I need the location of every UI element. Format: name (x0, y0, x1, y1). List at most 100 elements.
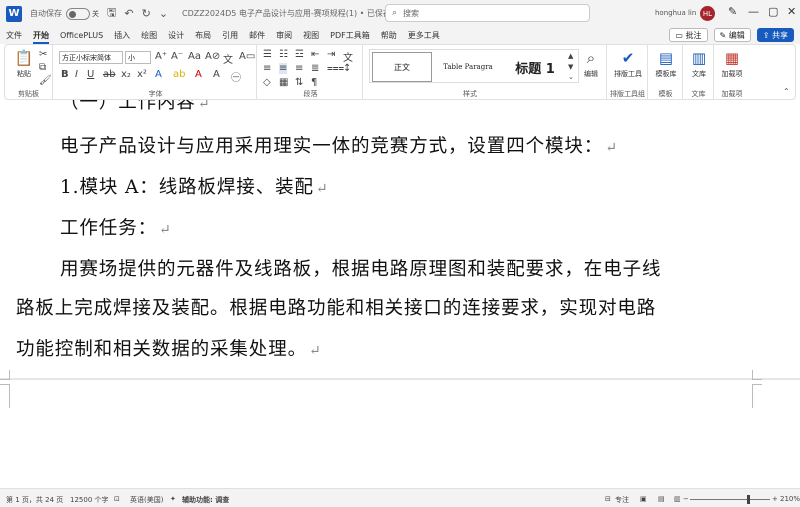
line-spacing-icon[interactable]: ↕ (343, 63, 351, 74)
style-table-paragraph[interactable]: Table Paragra (434, 52, 502, 82)
tab-pdf-tools[interactable]: PDF工具箱 (330, 30, 370, 41)
paragraph-task-title[interactable]: 工作任务： ↵ (60, 214, 172, 240)
tab-insert[interactable]: 插入 (114, 30, 130, 41)
page-count[interactable]: 第 1 页，共 24 页 (6, 495, 63, 505)
shrink-font-icon[interactable]: A⁻ (171, 51, 183, 62)
paragraph-task-line-2[interactable]: 路板上完成焊接及装配。根据电路功能和相关接口的连接要求，实现对电路 (16, 294, 656, 320)
text-effects-icon[interactable]: A (155, 69, 162, 80)
autosave-toggle[interactable] (66, 7, 90, 20)
tab-help[interactable]: 帮助 (381, 30, 397, 41)
styles-scroll-down-icon[interactable]: ▼ (568, 63, 573, 71)
justify-icon[interactable]: ≣ (311, 63, 319, 74)
font-size-select[interactable]: 小 (125, 51, 151, 64)
subscript-icon[interactable]: x₂ (121, 69, 131, 80)
language-indicator[interactable]: 英语(美国) (130, 495, 163, 505)
char-border-icon[interactable]: A▭ (239, 51, 255, 62)
collapse-ribbon-icon[interactable]: ⌃ (783, 87, 790, 96)
bold-icon[interactable]: B (61, 69, 69, 80)
template-library-button[interactable]: ▤ 模板库 (649, 49, 683, 79)
align-right-icon[interactable]: ≡ (295, 63, 303, 74)
document-canvas[interactable]: （一）工作内容 ↵ 电子产品设计与应用采用理实一体的竞赛方式，设置四个模块： ↵ 1… (0, 100, 800, 488)
paragraph-intro[interactable]: 电子产品设计与应用采用理实一体的竞赛方式，设置四个模块： ↵ (60, 132, 618, 158)
ribbon-display-icon[interactable]: ✎ (728, 5, 737, 18)
layout-tool-button[interactable]: ✔ 排版工具 (611, 49, 645, 79)
change-case-icon[interactable]: Aa (188, 51, 201, 62)
phonetic-guide-icon[interactable]: 文 (223, 51, 233, 66)
tab-review[interactable]: 审阅 (276, 30, 292, 41)
style-normal[interactable]: 正文 (372, 52, 432, 82)
zoom-level[interactable]: 210% (780, 495, 800, 503)
distribute-icon[interactable]: ⩶ (327, 63, 344, 74)
print-layout-icon[interactable]: ▤ (658, 495, 665, 503)
library-button[interactable]: ▥ 文库 (682, 49, 716, 79)
chinese-layout-icon[interactable]: 文 (343, 49, 353, 64)
borders-icon[interactable]: ▦ (279, 77, 288, 88)
read-mode-icon[interactable]: ▣ (640, 495, 647, 503)
underline-icon[interactable]: U (87, 69, 94, 80)
font-color-icon[interactable]: A (195, 69, 202, 80)
tab-references[interactable]: 引用 (222, 30, 238, 41)
style-heading-1[interactable]: 标题 1 (504, 52, 566, 82)
numbering-icon[interactable]: ☷ (279, 49, 288, 60)
customize-toolbar-icon[interactable]: ⌄ (159, 7, 168, 20)
close-icon[interactable]: ✕ (787, 5, 796, 18)
find-button[interactable]: ⌕ 编辑 (575, 49, 607, 79)
cut-icon[interactable]: ✂ (39, 49, 47, 60)
paragraph-task-line-1[interactable]: 用赛场提供的元器件及线路板，根据电路原理图和装配要求，在电子线 (60, 255, 661, 281)
zoom-in-icon[interactable]: + (772, 495, 778, 503)
undo-icon[interactable]: ↶ (124, 7, 133, 20)
proofing-icon[interactable]: ⊡ (114, 495, 120, 503)
paste-button[interactable]: 📋 粘贴 (7, 49, 41, 79)
show-marks-icon[interactable]: ¶ (311, 77, 317, 88)
tab-mailings[interactable]: 邮件 (249, 30, 265, 41)
char-shading-icon[interactable]: A (213, 69, 220, 80)
highlight-icon[interactable]: ab (173, 69, 185, 80)
redo-icon[interactable]: ↻ (142, 7, 151, 20)
tab-file[interactable]: 文件 (6, 30, 22, 41)
strikethrough-icon[interactable]: ab (103, 69, 115, 80)
enclose-char-icon[interactable]: ㊀ (231, 69, 241, 84)
paragraph-module-a[interactable]: 1.模块 A：线路板焊接、装配 ↵ (60, 173, 329, 199)
accessibility-status[interactable]: 辅助功能: 调查 (182, 495, 229, 505)
zoom-slider[interactable] (690, 499, 770, 500)
heading-work-content[interactable]: （一）工作内容 ↵ (60, 100, 210, 114)
save-icon[interactable]: 🖫 (107, 4, 116, 23)
multilevel-list-icon[interactable]: ☲ (295, 49, 304, 60)
styles-more-icon[interactable]: ⌄ (568, 73, 574, 81)
addin-button[interactable]: ▦ 加载项 (715, 49, 749, 79)
font-name-select[interactable]: 方正小标宋简体 (59, 51, 123, 64)
sort-icon[interactable]: ⇅ (295, 77, 303, 88)
decrease-indent-icon[interactable]: ⇤ (311, 49, 319, 60)
tab-view[interactable]: 视图 (303, 30, 319, 41)
align-left-icon[interactable]: ≡ (263, 63, 271, 74)
align-center-icon[interactable]: ≡ (279, 63, 288, 74)
italic-icon[interactable]: I (75, 69, 78, 80)
minimize-icon[interactable]: — (748, 5, 759, 18)
tab-home[interactable]: 开始 (33, 30, 49, 44)
search-input[interactable]: ⌕ 搜索 (385, 4, 590, 22)
paragraph-task-line-3[interactable]: 功能控制和相关数据的采集处理。 ↵ (16, 335, 322, 361)
avatar[interactable]: HL (700, 6, 715, 21)
comment-button[interactable]: ▭ 批注 (669, 28, 708, 42)
edit-mode-button[interactable]: ✎ 编辑 (713, 28, 751, 42)
tab-layout[interactable]: 布局 (195, 30, 211, 41)
tab-draw[interactable]: 绘图 (141, 30, 157, 41)
web-layout-icon[interactable]: ▥ (674, 495, 681, 503)
format-painter-icon[interactable]: 🖌 (39, 75, 52, 86)
word-count[interactable]: 12500 个字 (70, 495, 109, 505)
share-button[interactable]: ⇪ 共享 (756, 28, 794, 42)
bullets-icon[interactable]: ☰ (263, 49, 272, 60)
zoom-out-icon[interactable]: − (683, 495, 689, 503)
shading-icon[interactable]: ◇ (263, 77, 271, 88)
maximize-icon[interactable]: ▢ (768, 5, 778, 18)
grow-font-icon[interactable]: A⁺ (155, 51, 167, 62)
tab-design[interactable]: 设计 (168, 30, 184, 41)
clear-format-icon[interactable]: A⊘ (205, 51, 220, 62)
copy-icon[interactable]: ⧉ (39, 62, 46, 73)
styles-scroll-up-icon[interactable]: ▲ (568, 52, 573, 60)
zoom-slider-thumb[interactable] (746, 495, 750, 504)
tab-officeplus[interactable]: OfficePLUS (60, 31, 103, 40)
focus-mode-button[interactable]: 专注 (615, 495, 629, 505)
increase-indent-icon[interactable]: ⇥ (327, 49, 335, 60)
tab-more-tools[interactable]: 更多工具 (408, 30, 440, 41)
